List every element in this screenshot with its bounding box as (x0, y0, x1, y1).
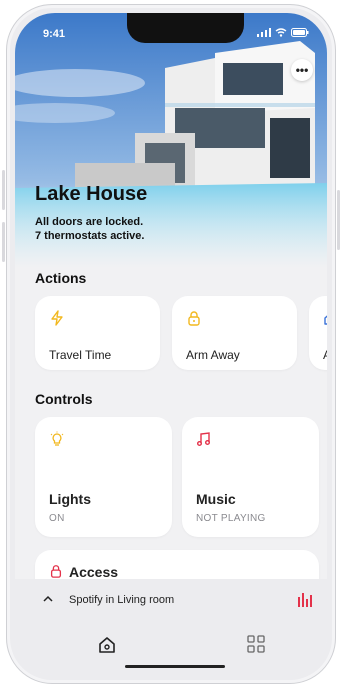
control-music[interactable]: Music NOT PLAYING (182, 417, 319, 537)
action-travel-time[interactable]: Travel Time (35, 296, 160, 370)
music-note-icon (197, 432, 210, 446)
lock-icon (50, 565, 62, 578)
home-indicator (125, 665, 225, 668)
home-icon[interactable] (97, 635, 117, 655)
phone-frame: 9:41 ••• Lake House All doors are locked… (6, 4, 336, 684)
signal-icon (257, 28, 271, 37)
home-icon (324, 315, 327, 325)
control-title: Lights (49, 491, 91, 507)
home-status-doors: All doors are locked. (35, 216, 144, 228)
volume-down-button (2, 222, 5, 262)
action-label: Ar (323, 348, 327, 362)
control-status: NOT PLAYING (196, 513, 266, 524)
notch (127, 13, 244, 43)
volume-up-button (2, 170, 5, 210)
chevron-up-icon[interactable] (43, 593, 53, 605)
action-label: Arm Away (186, 348, 240, 362)
app-screen: 9:41 ••• Lake House All doors are locked… (15, 13, 327, 675)
control-title: Music (196, 491, 236, 507)
now-playing-bar[interactable]: Spotify in Living room (15, 579, 327, 623)
control-lights[interactable]: Lights ON (35, 417, 172, 537)
status-icons (257, 28, 309, 37)
controls-title: Controls (35, 391, 93, 407)
home-status: All doors are locked. 7 thermostats acti… (35, 215, 235, 243)
now-playing-text: Spotify in Living room (69, 594, 175, 606)
lock-icon (188, 311, 200, 326)
equalizer-icon (298, 593, 312, 607)
lightning-icon (51, 310, 63, 326)
lightbulb-icon (50, 431, 64, 446)
status-time: 9:41 (43, 28, 66, 40)
action-arm-away[interactable]: Arm Away (172, 296, 297, 370)
control-status: ON (49, 513, 65, 524)
action-partial[interactable]: Ar (309, 296, 327, 370)
power-button (337, 190, 340, 250)
control-title: Access (69, 564, 119, 580)
home-title: Lake House (35, 183, 148, 205)
home-status-thermostats: 7 thermostats active. (35, 230, 145, 242)
grid-icon[interactable] (247, 635, 265, 653)
wifi-icon (275, 28, 287, 37)
action-label: Travel Time (49, 348, 112, 362)
battery-icon (291, 28, 309, 37)
more-options-button[interactable]: ••• (291, 59, 313, 81)
actions-title: Actions (35, 270, 87, 286)
